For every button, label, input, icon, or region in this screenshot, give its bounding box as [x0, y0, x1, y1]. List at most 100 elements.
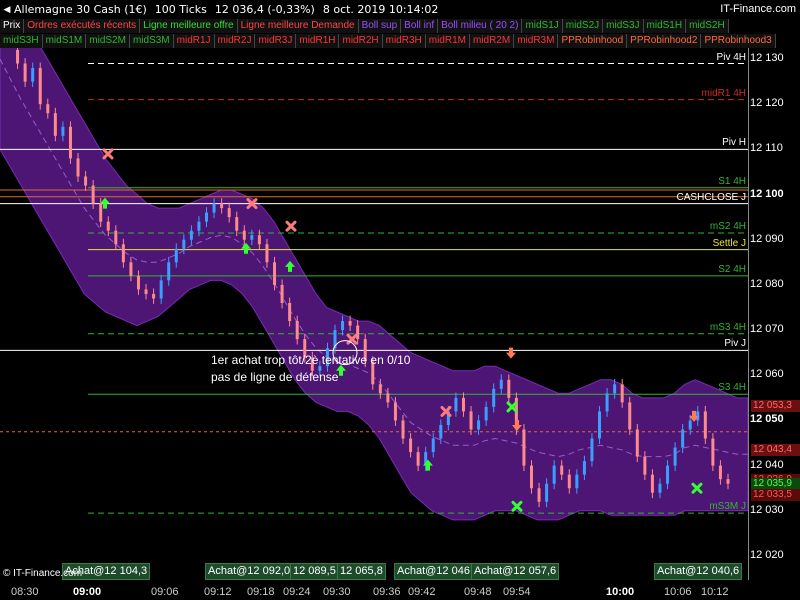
indicator-tab[interactable]: PPRobinhood2: [627, 34, 702, 48]
indicator-tab[interactable]: Boll milieu ( 20 2): [438, 19, 523, 33]
candle-body: [537, 488, 541, 502]
candle-body: [182, 239, 186, 249]
indicator-tab[interactable]: midR2M: [469, 34, 515, 48]
bollinger-band: [0, 48, 749, 521]
candle-body: [590, 438, 594, 462]
indicator-tab[interactable]: midS3J: [603, 19, 644, 33]
indicator-tab[interactable]: Boll sup: [358, 19, 402, 33]
candle-body: [560, 465, 564, 475]
indicator-tab[interactable]: midS2M: [86, 34, 130, 48]
indicator-tab[interactable]: midS1J: [522, 19, 563, 33]
indicator-tab[interactable]: midR1H: [296, 34, 340, 48]
indicator-tab[interactable]: midR3H: [382, 34, 426, 48]
price-tick-label: 12 040: [750, 458, 784, 471]
candle-body: [718, 465, 722, 480]
candle-body: [477, 420, 481, 430]
indicator-tab[interactable]: midS1M: [42, 34, 87, 48]
candle-body: [174, 248, 178, 263]
indicator-tab[interactable]: midS2J: [562, 19, 604, 33]
candle-body: [205, 212, 209, 222]
candle-body: [598, 411, 602, 439]
time-tick-label: 10:00: [606, 586, 635, 598]
candle-body: [454, 397, 458, 412]
candle-body: [121, 244, 125, 263]
candle-body: [220, 203, 224, 209]
time-tick-label: 08:30: [11, 586, 39, 598]
candle-body: [348, 321, 352, 326]
collapse-arrow-icon[interactable]: ◀: [0, 5, 14, 15]
candle-body: [650, 474, 654, 493]
candle-body: [484, 406, 488, 421]
order-tag[interactable]: Achat@12 046,1: [394, 563, 483, 580]
indicator-tab[interactable]: midR1J: [173, 34, 215, 48]
candle-body: [681, 429, 685, 448]
indicator-tab[interactable]: PPRobinhood3: [701, 34, 776, 48]
brand-label: IT-Finance.com: [720, 3, 796, 15]
indicator-tab[interactable]: Boll inf: [401, 19, 439, 33]
indicator-tab[interactable]: Prix: [0, 19, 25, 33]
indicator-tab[interactable]: midS3M: [129, 34, 174, 48]
candle-body: [393, 402, 397, 421]
candle-body: [273, 262, 277, 285]
order-tag[interactable]: 12 089,5: [290, 563, 339, 580]
price-tick-label: 12 130: [750, 52, 784, 64]
candle-body: [567, 474, 571, 489]
price-tick-label: 12 090: [750, 232, 784, 245]
level-label: S2 4H: [718, 263, 746, 275]
last-price: 12 036,4 (-0,33%): [214, 3, 315, 16]
level-label: Piv H: [722, 137, 746, 149]
price-box: 12 033,5: [751, 489, 800, 501]
price-tick-label: 12 100: [750, 187, 784, 200]
indicator-tab[interactable]: midR3J: [255, 34, 297, 48]
level-label: Piv J: [724, 338, 746, 350]
candle-body: [711, 438, 715, 466]
order-tag[interactable]: Achat@12 040,6: [654, 563, 743, 580]
candle-body: [227, 208, 231, 218]
order-tag[interactable]: 12 065,8: [337, 563, 386, 580]
candle-body: [643, 456, 647, 475]
order-tag[interactable]: Achat@12 092,0: [205, 563, 294, 580]
level-label: midR1 4H: [701, 87, 746, 99]
indicator-tab[interactable]: midR1M: [425, 34, 470, 48]
candle-body: [136, 275, 140, 290]
candle-body: [439, 424, 443, 439]
time-tick-label: 09:30: [323, 586, 351, 598]
chart-annotation: 1er achat trop tôt/2è tentative en 0/10 …: [211, 352, 410, 386]
time-tick-label: 09:42: [408, 586, 436, 598]
candle-body: [628, 402, 632, 430]
candle-body: [212, 203, 216, 213]
level-label: mS3M J: [709, 501, 746, 513]
candle-body: [529, 465, 533, 489]
price-tick-label: 12 030: [750, 503, 784, 516]
candle-body: [703, 411, 707, 439]
candle-body: [280, 284, 284, 303]
candle-body: [144, 289, 148, 294]
indicator-tab[interactable]: midS3H: [0, 34, 43, 48]
indicator-tab[interactable]: midR3M: [514, 34, 559, 48]
candle-body: [688, 420, 692, 430]
indicator-tab[interactable]: midR2H: [339, 34, 383, 48]
level-label: mS2 4H: [709, 220, 746, 232]
indicator-tab[interactable]: Ligne meilleure Demande: [237, 19, 359, 33]
candle-body: [575, 474, 579, 489]
indicator-tab[interactable]: PPRobinhood: [558, 34, 628, 48]
candle-body: [620, 384, 624, 403]
indicator-tab[interactable]: Ordres exécutés récents: [24, 19, 141, 33]
indicator-tabs-row-1: Prix Ordres exécutés récents Ligne meilleu…: [0, 19, 800, 33]
indicator-tab[interactable]: Ligne meilleure offre: [140, 19, 238, 33]
candle-body: [189, 230, 193, 240]
candle-body: [295, 321, 299, 340]
candle-body: [16, 49, 20, 64]
indicator-tab[interactable]: midS1H: [643, 19, 687, 33]
candle-body: [726, 479, 730, 484]
indicator-tab[interactable]: midS2H: [686, 19, 729, 33]
chart-canvas[interactable]: [0, 48, 800, 600]
price-tick-label: 12 110: [750, 142, 783, 155]
order-tag[interactable]: Achat@12 057,6: [471, 563, 560, 580]
candle-body: [499, 379, 503, 389]
candle-body: [658, 483, 662, 493]
candle-body: [582, 461, 586, 475]
price-box: 12 053,3: [751, 399, 800, 412]
indicator-tab[interactable]: midR2J: [214, 34, 256, 48]
price-chart[interactable]: [0, 48, 800, 600]
